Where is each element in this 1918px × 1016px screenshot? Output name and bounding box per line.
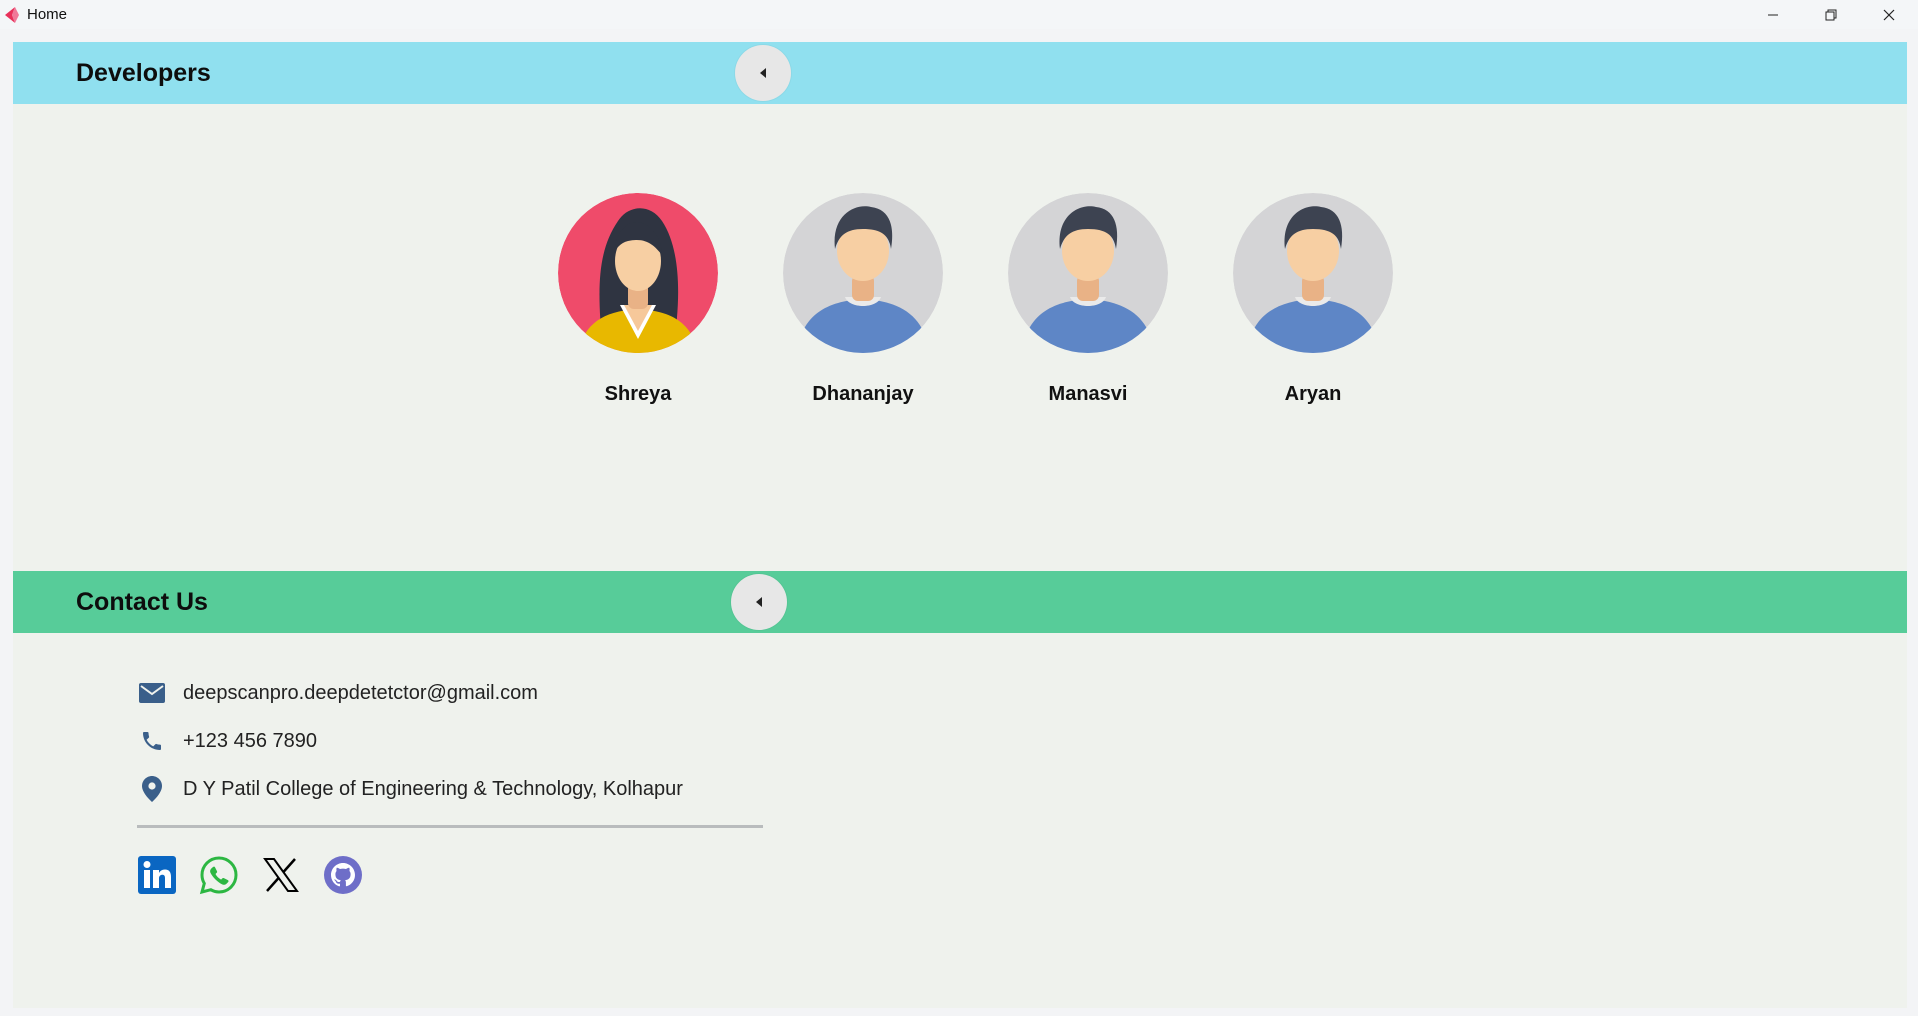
- developer-name: Shreya: [604, 383, 672, 405]
- phone-icon: [137, 726, 167, 756]
- caret-left-icon: [756, 597, 762, 607]
- contact-details: deepscanpro.deepdetetctor@gmail.com +123…: [137, 669, 683, 813]
- app-window: Developers Shreya Dhananjay Manasvi Arya…: [13, 42, 1907, 1008]
- x-icon[interactable]: [261, 855, 301, 895]
- close-button[interactable]: [1860, 0, 1918, 29]
- social-links: [137, 855, 385, 895]
- developers-collapse-button[interactable]: [735, 45, 791, 101]
- contact-collapse-button[interactable]: [731, 574, 787, 630]
- developer-card-aryan: Aryan: [1213, 193, 1413, 406]
- restore-button[interactable]: [1802, 0, 1860, 29]
- minimize-button[interactable]: [1744, 0, 1802, 29]
- email-icon: [137, 678, 167, 708]
- male-avatar-icon: [1008, 193, 1168, 353]
- developer-name: Dhananjay: [812, 383, 914, 405]
- title-bar: Home: [0, 0, 1918, 29]
- contact-phone[interactable]: +123 456 7890: [183, 730, 317, 753]
- contact-title: Contact Us: [76, 587, 208, 616]
- window-controls: [1744, 0, 1918, 29]
- restore-icon: [1825, 9, 1837, 20]
- developer-name: Manasvi: [1048, 383, 1128, 405]
- male-avatar-icon: [1233, 193, 1393, 353]
- developers-header: Developers: [13, 42, 1907, 104]
- contact-email-row: deepscanpro.deepdetetctor@gmail.com: [137, 669, 683, 717]
- female-avatar-icon: [558, 193, 718, 353]
- contact-email[interactable]: deepscanpro.deepdetetctor@gmail.com: [183, 682, 538, 705]
- male-avatar-icon: [783, 193, 943, 353]
- linkedin-icon[interactable]: [137, 855, 177, 895]
- minimize-icon: [1768, 14, 1778, 15]
- developer-name: Aryan: [1284, 383, 1342, 405]
- contact-address: D Y Patil College of Engineering & Techn…: [183, 777, 683, 800]
- contact-address-row: D Y Patil College of Engineering & Techn…: [137, 765, 683, 813]
- whatsapp-icon[interactable]: [199, 855, 239, 895]
- app-logo-icon: [5, 6, 19, 23]
- contact-phone-row: +123 456 7890: [137, 717, 683, 765]
- developer-card-dhananjay: Dhananjay: [763, 193, 963, 406]
- developer-card-shreya: Shreya: [538, 193, 738, 406]
- close-icon: [1883, 9, 1895, 20]
- window-title: Home: [27, 6, 68, 23]
- contact-divider: [137, 825, 763, 828]
- developers-title: Developers: [76, 58, 211, 87]
- contact-header: Contact Us: [13, 571, 1907, 633]
- caret-left-icon: [760, 68, 766, 78]
- developer-card-manasvi: Manasvi: [988, 193, 1188, 406]
- github-icon[interactable]: [323, 855, 363, 895]
- location-pin-icon: [137, 774, 167, 804]
